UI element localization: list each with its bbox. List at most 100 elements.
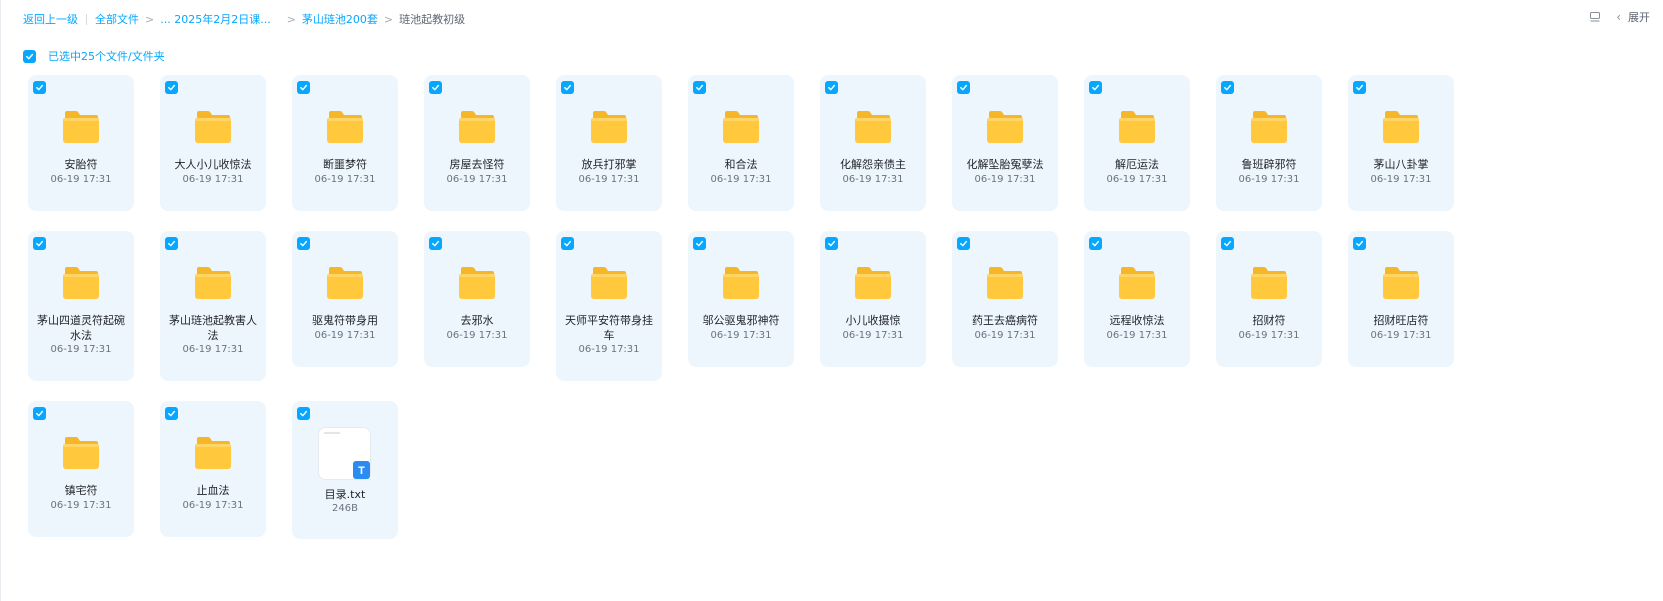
folder-card[interactable]: 邬公驱鬼邪神符 06-19 17:31 <box>688 231 794 367</box>
folder-icon <box>194 110 232 144</box>
folder-card[interactable]: 断噩梦符 06-19 17:31 <box>292 75 398 211</box>
item-name: 茅山琏池起教害人法 <box>169 314 257 342</box>
item-checkbox[interactable] <box>825 237 838 250</box>
breadcrumb-separator-icon: > <box>383 12 394 26</box>
folder-icon <box>62 110 100 144</box>
folder-card[interactable]: 安胎符 06-19 17:31 <box>28 75 134 211</box>
folder-card[interactable]: 镇宅符 06-19 17:31 <box>28 401 134 537</box>
breadcrumb-folder-2[interactable]: 茅山琏池200套 <box>302 11 378 27</box>
folder-card[interactable]: 化解怨亲债主 06-19 17:31 <box>820 75 926 211</box>
item-checkbox[interactable] <box>297 407 310 420</box>
item-name: 小儿收摄惊 <box>845 314 901 327</box>
folder-card[interactable]: 招财旺店符 06-19 17:31 <box>1348 231 1454 367</box>
item-checkbox[interactable] <box>33 407 46 420</box>
folder-card[interactable]: 和合法 06-19 17:31 <box>688 75 794 211</box>
item-date: 06-19 17:31 <box>974 330 1036 341</box>
item-checkbox[interactable] <box>429 237 442 250</box>
item-date: 06-19 17:31 <box>1106 174 1168 185</box>
item-date: 06-19 17:31 <box>182 174 244 185</box>
item-name: 邬公驱鬼邪神符 <box>702 314 780 327</box>
item-checkbox[interactable] <box>33 237 46 250</box>
item-checkbox[interactable] <box>693 237 706 250</box>
folder-icon <box>722 110 760 144</box>
folder-icon <box>194 436 232 470</box>
back-link[interactable]: 返回上一级 <box>23 11 78 27</box>
item-date: 06-19 17:31 <box>1238 330 1300 341</box>
item-checkbox[interactable] <box>561 81 574 94</box>
breadcrumb-all-files[interactable]: 全部文件 <box>95 11 139 27</box>
folder-icon <box>854 110 892 144</box>
txt-file-icon: T <box>318 427 372 481</box>
item-checkbox[interactable] <box>693 81 706 94</box>
item-checkbox[interactable] <box>825 81 838 94</box>
folder-icon <box>854 266 892 300</box>
folder-card[interactable]: 解厄运法 06-19 17:31 <box>1084 75 1190 211</box>
folder-card[interactable]: 止血法 06-19 17:31 <box>160 401 266 537</box>
breadcrumb-separator-icon: > <box>286 12 296 26</box>
item-name: 房屋去怪符 <box>449 158 505 171</box>
item-checkbox[interactable] <box>1353 81 1366 94</box>
item-checkbox[interactable] <box>165 407 178 420</box>
item-date: 06-19 17:31 <box>1106 330 1168 341</box>
folder-card[interactable]: 远程收惊法 06-19 17:31 <box>1084 231 1190 367</box>
item-checkbox[interactable] <box>429 81 442 94</box>
breadcrumb-folder-1[interactable]: ... 2025年2月2日课... <box>160 11 270 27</box>
folder-card[interactable]: 小儿收摄惊 06-19 17:31 <box>820 231 926 367</box>
folder-card[interactable]: 天师平安符带身挂车 06-19 17:31 <box>556 231 662 381</box>
item-date: 06-19 17:31 <box>446 174 508 185</box>
item-name: 放兵打邪掌 <box>581 158 637 171</box>
item-checkbox[interactable] <box>33 81 46 94</box>
item-name: 解厄运法 <box>1115 158 1159 171</box>
item-checkbox[interactable] <box>957 237 970 250</box>
folder-card[interactable]: 鲁班辟邪符 06-19 17:31 <box>1216 75 1322 211</box>
folder-icon <box>590 266 628 300</box>
item-name: 目录.txt <box>324 488 366 501</box>
folder-card[interactable]: 放兵打邪掌 06-19 17:31 <box>556 75 662 211</box>
select-all-checkbox[interactable] <box>23 49 36 63</box>
chevron-left-icon[interactable]: ‹ <box>1616 11 1621 23</box>
left-border <box>0 0 1 601</box>
folder-icon <box>1250 266 1288 300</box>
item-name: 安胎符 <box>64 158 98 171</box>
folder-card[interactable]: 茅山四道灵符起碗水法 06-19 17:31 <box>28 231 134 381</box>
item-checkbox[interactable] <box>1089 81 1102 94</box>
folder-icon <box>1382 110 1420 144</box>
item-checkbox[interactable] <box>1089 237 1102 250</box>
folder-card[interactable]: 茅山琏池起教害人法 06-19 17:31 <box>160 231 266 381</box>
item-checkbox[interactable] <box>165 81 178 94</box>
folder-card[interactable]: 化解坠胎冤孽法 06-19 17:31 <box>952 75 1058 211</box>
item-date: 06-19 17:31 <box>446 330 508 341</box>
folder-icon <box>458 266 496 300</box>
item-checkbox[interactable] <box>297 237 310 250</box>
folder-icon <box>1118 110 1156 144</box>
folder-card[interactable]: 驱鬼符带身用 06-19 17:31 <box>292 231 398 367</box>
item-name: 招财符 <box>1252 314 1286 327</box>
item-checkbox[interactable] <box>297 81 310 94</box>
item-date: 06-19 17:31 <box>842 174 904 185</box>
expand-button[interactable]: 展开 <box>1628 9 1650 25</box>
item-checkbox[interactable] <box>957 81 970 94</box>
folder-icon <box>62 266 100 300</box>
item-date: 06-19 17:31 <box>578 174 640 185</box>
folder-card[interactable]: 药王去癌病符 06-19 17:31 <box>952 231 1058 367</box>
folder-icon <box>986 110 1024 144</box>
item-date: 06-19 17:31 <box>1370 174 1432 185</box>
item-checkbox[interactable] <box>1221 81 1234 94</box>
item-date: 06-19 17:31 <box>314 174 376 185</box>
folder-card[interactable]: 去邪水 06-19 17:31 <box>424 231 530 367</box>
item-name: 化解坠胎冤孽法 <box>966 158 1044 171</box>
item-checkbox[interactable] <box>165 237 178 250</box>
item-checkbox[interactable] <box>1221 237 1234 250</box>
folder-icon <box>194 266 232 300</box>
file-card[interactable]: T 目录.txt 246B <box>292 401 398 539</box>
selection-count: 已选中25个文件/文件夹 <box>48 50 165 63</box>
folder-card[interactable]: 茅山八卦掌 06-19 17:31 <box>1348 75 1454 211</box>
folder-card[interactable]: 大人小儿收惊法 06-19 17:31 <box>160 75 266 211</box>
item-date: 06-19 17:31 <box>50 500 112 511</box>
folder-card[interactable]: 招财符 06-19 17:31 <box>1216 231 1322 367</box>
item-checkbox[interactable] <box>1353 237 1366 250</box>
view-mode-icon[interactable] <box>1589 11 1601 23</box>
breadcrumb: 返回上一级 全部文件 > ... 2025年2月2日课... > 茅山琏池200… <box>23 10 465 28</box>
folder-card[interactable]: 房屋去怪符 06-19 17:31 <box>424 75 530 211</box>
item-checkbox[interactable] <box>561 237 574 250</box>
